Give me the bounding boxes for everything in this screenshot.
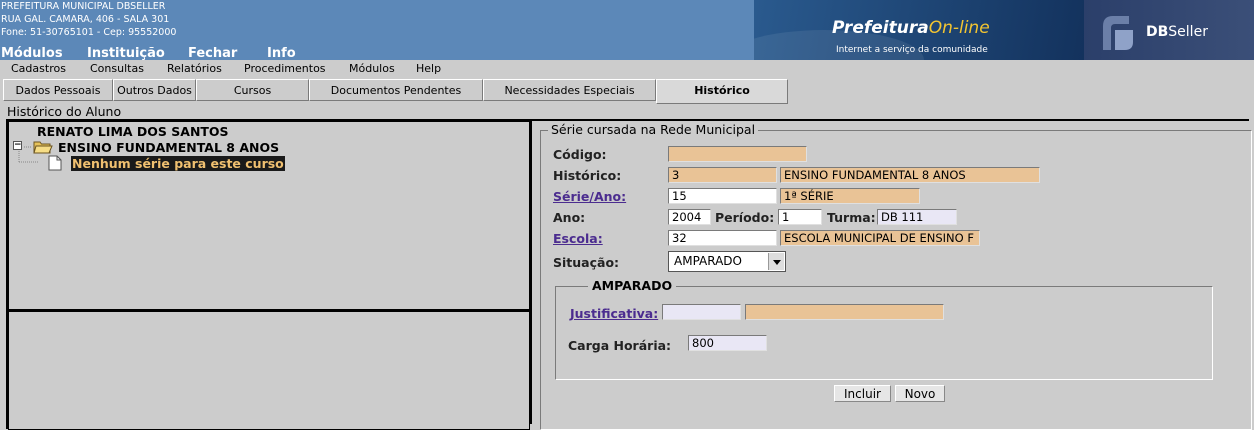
org-phone: Fone: 51-30765101 - Cep: 95552000 bbox=[1, 27, 177, 38]
menubar: Cadastros Consultas Relatórios Procedime… bbox=[0, 60, 1254, 78]
serie-code-input[interactable] bbox=[668, 188, 777, 204]
justificativa-code-input[interactable] bbox=[662, 304, 741, 320]
tab-historico[interactable]: Histórico bbox=[656, 79, 788, 104]
tab-bar: Dados Pessoais Outros Dados Cursos Docum… bbox=[0, 79, 1254, 104]
tab-dados-pessoais[interactable]: Dados Pessoais bbox=[3, 79, 113, 101]
tab-cursos[interactable]: Cursos bbox=[196, 79, 309, 101]
serie-description-field bbox=[780, 188, 920, 204]
folder-open-icon bbox=[33, 141, 53, 154]
ano-label: Ano: bbox=[553, 210, 586, 225]
historico-code-field bbox=[668, 167, 777, 183]
tab-outros-dados[interactable]: Outros Dados bbox=[113, 79, 196, 101]
top-menu-fechar[interactable]: Fechar bbox=[188, 46, 237, 61]
situacao-label: Situação: bbox=[553, 255, 620, 270]
prefeitura-online-banner: PrefeituraOn-line Internet a serviço da … bbox=[754, 0, 1254, 60]
amparado-legend: AMPARADO bbox=[588, 278, 677, 293]
justificativa-link[interactable]: Justificativa: bbox=[570, 306, 658, 321]
brand-online-text: On-line bbox=[928, 18, 990, 38]
escola-code-input[interactable] bbox=[668, 230, 777, 246]
dbseller-logo-text: DBSeller bbox=[1146, 24, 1208, 40]
menu-help[interactable]: Help bbox=[416, 62, 441, 75]
novo-button[interactable]: Novo bbox=[895, 385, 945, 402]
tree-course-node[interactable]: ENSINO FUNDAMENTAL 8 ANOS bbox=[58, 140, 279, 155]
app-header: PREFEITURA MUNICIPAL DBSELLER RUA GAL. C… bbox=[0, 0, 1254, 61]
menu-modulos[interactable]: Módulos bbox=[349, 62, 395, 75]
situacao-selected-value: AMPARADO bbox=[674, 254, 742, 268]
menu-cadastros[interactable]: Cadastros bbox=[11, 62, 66, 75]
ano-input[interactable] bbox=[668, 209, 711, 225]
tab-documentos-pendentes[interactable]: Documentos Pendentes bbox=[309, 79, 483, 101]
top-menu-instituicao[interactable]: Instituição bbox=[87, 46, 165, 61]
periodo-label: Período: bbox=[715, 210, 775, 225]
codigo-field bbox=[668, 146, 807, 162]
turma-input[interactable] bbox=[877, 209, 957, 225]
brand-main-text: Prefeitura bbox=[832, 18, 929, 38]
dbseller-logo-bold: DB bbox=[1146, 24, 1169, 40]
incluir-button[interactable]: Incluir bbox=[834, 385, 891, 402]
document-icon bbox=[48, 155, 62, 171]
serie-fieldset-legend: Série cursada na Rede Municipal bbox=[548, 122, 759, 137]
historico-label: Histórico: bbox=[553, 168, 622, 183]
amparado-fieldset bbox=[555, 286, 1213, 380]
tab-necessidades-especiais[interactable]: Necessidades Especiais bbox=[483, 79, 656, 101]
historico-description-field bbox=[780, 167, 1040, 183]
dbseller-logo-rest: Seller bbox=[1168, 24, 1208, 40]
lower-left-panel bbox=[8, 310, 530, 430]
top-menu-info[interactable]: Info bbox=[267, 46, 296, 61]
tree-student-name[interactable]: RENATO LIMA DOS SANTOS bbox=[37, 124, 229, 139]
panel-divider[interactable] bbox=[530, 121, 532, 424]
justificativa-description-field bbox=[745, 304, 944, 320]
dbseller-logo-icon bbox=[1103, 16, 1133, 50]
escola-description-field bbox=[780, 230, 980, 246]
periodo-input[interactable] bbox=[778, 209, 822, 225]
turma-label: Turma: bbox=[827, 210, 876, 225]
carga-horaria-label: Carga Horária: bbox=[568, 338, 672, 353]
carga-horaria-input[interactable] bbox=[688, 335, 767, 351]
org-name: PREFEITURA MUNICIPAL DBSELLER bbox=[1, 1, 166, 12]
escola-link[interactable]: Escola: bbox=[553, 231, 603, 246]
prefeitura-online-logo: PrefeituraOn-line bbox=[832, 18, 990, 38]
codigo-label: Código: bbox=[553, 147, 607, 162]
tree-empty-item[interactable]: Nenhum série para este curso bbox=[71, 156, 285, 171]
section-title: Histórico do Aluno bbox=[7, 104, 122, 119]
org-address: RUA GAL. CAMARA, 406 - SALA 301 bbox=[1, 14, 170, 25]
menu-procedimentos[interactable]: Procedimentos bbox=[244, 62, 326, 75]
serie-ano-link[interactable]: Série/Ano: bbox=[553, 189, 626, 204]
brand-tagline: Internet a serviço da comunidade bbox=[836, 45, 988, 55]
collapse-toggle-icon[interactable]: − bbox=[13, 141, 22, 150]
top-menu-modulos[interactable]: Módulos bbox=[1, 46, 63, 61]
menu-consultas[interactable]: Consultas bbox=[90, 62, 144, 75]
situacao-select[interactable]: AMPARADO bbox=[668, 251, 786, 272]
menu-relatorios[interactable]: Relatórios bbox=[167, 62, 222, 75]
chevron-down-icon[interactable] bbox=[768, 253, 784, 270]
